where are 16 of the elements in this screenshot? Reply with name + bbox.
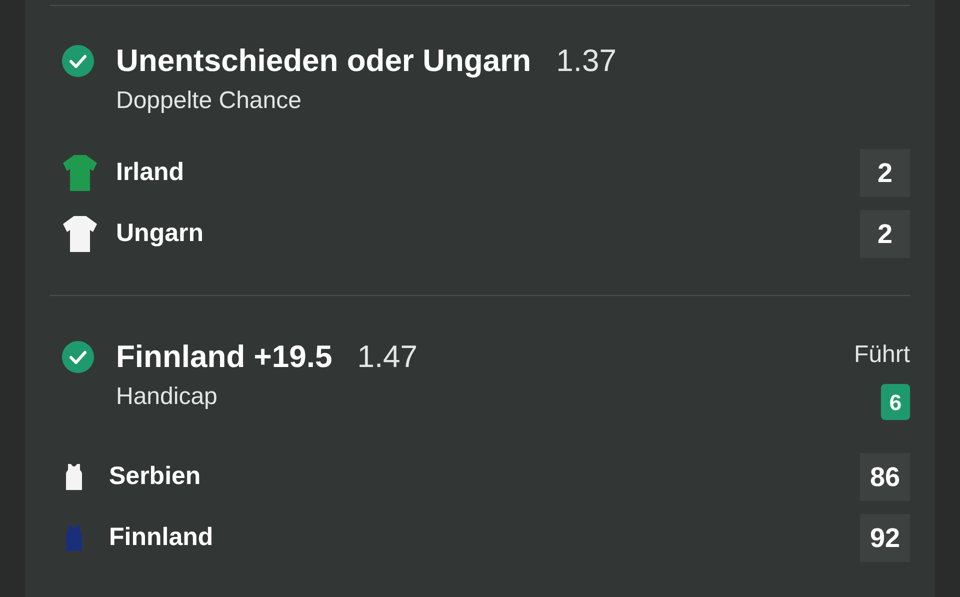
status-label: Führt: [854, 340, 910, 370]
team-name: Serbien: [109, 461, 202, 492]
team-name: Irland: [116, 157, 186, 188]
team-name: Ungarn: [116, 218, 204, 250]
odds: 1.47: [357, 338, 418, 376]
score: 92: [860, 514, 910, 562]
selection-title: Finnland +19.5: [116, 338, 332, 376]
market-name: Handicap: [116, 382, 218, 412]
score: 86: [860, 453, 910, 501]
score: 2: [860, 149, 910, 197]
odds: 1.37: [556, 42, 616, 80]
market-name: Doppelte Chance: [116, 86, 302, 116]
team-name: Finnland: [109, 522, 214, 554]
selection-title: Unentschieden oder Ungarn: [116, 42, 532, 80]
lead-badge: 6: [881, 384, 910, 420]
score: 2: [860, 210, 910, 258]
